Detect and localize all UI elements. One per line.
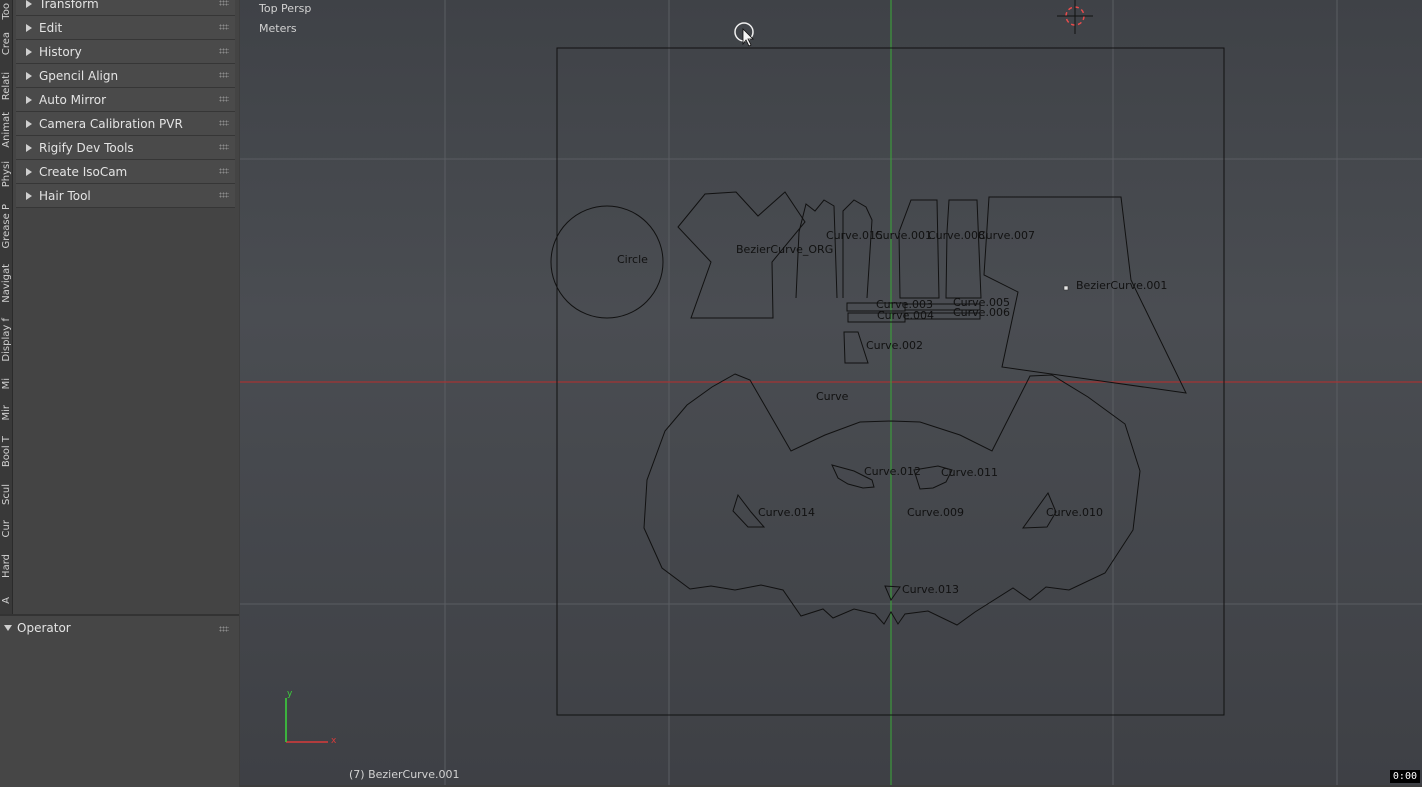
label-curve-002: Curve.002 (866, 339, 923, 352)
label-circle: Circle (617, 253, 648, 266)
panel-hair-tool[interactable]: Hair Tool (16, 184, 235, 208)
collapse-arrow-icon (26, 0, 32, 8)
panel-gpencil-align[interactable]: Gpencil Align (16, 64, 235, 88)
drag-grip-icon[interactable] (219, 626, 229, 632)
drag-grip-icon[interactable] (219, 48, 229, 54)
origin-point (1063, 285, 1069, 291)
panel-history[interactable]: History (16, 40, 235, 64)
tab-a[interactable]: A (0, 588, 12, 612)
panel-edit[interactable]: Edit (16, 16, 235, 40)
drag-grip-icon[interactable] (219, 120, 229, 126)
drag-grip-icon[interactable] (219, 24, 229, 30)
label-curve-011: Curve.011 (941, 466, 998, 479)
tab-hard-ops[interactable]: Hard (0, 546, 12, 586)
gizmo-y-label: y (287, 689, 293, 699)
label-curve-007: Curve.007 (978, 229, 1035, 242)
label-curve-004: Curve.004 (877, 309, 934, 322)
operator-header[interactable]: Operator (4, 621, 71, 635)
tab-animation[interactable]: Animat (0, 108, 12, 152)
label-curve: Curve (816, 390, 849, 403)
panel-rigify-dev-tools[interactable]: Rigify Dev Tools (16, 136, 235, 160)
label-curve-006: Curve.006 (953, 306, 1010, 319)
label-bezier-001: BezierCurve.001 (1076, 279, 1167, 292)
tab-mi[interactable]: Mi (0, 372, 12, 396)
axis-gizmo: x y (285, 689, 337, 746)
tab-curve[interactable]: Cur (0, 514, 12, 544)
tool-tab-strip: Too Crea Relati Animat Physi Grease P Na… (0, 0, 13, 614)
collapse-arrow-icon (26, 143, 32, 152)
panel-auto-mirror[interactable]: Auto Mirror (16, 88, 235, 112)
panel-create-isocam[interactable]: Create IsoCam (16, 160, 235, 184)
drag-grip-icon[interactable] (219, 192, 229, 198)
status-object-name: (7) BezierCurve.001 (349, 768, 460, 781)
viewport-canvas[interactable]: Circle BezierCurve_ORG Curve.015 Curve.0… (240, 0, 1422, 785)
collapse-arrow-icon (26, 119, 32, 128)
drag-grip-icon[interactable] (219, 96, 229, 102)
tab-bool-tool[interactable]: Bool T (0, 430, 12, 474)
tab-physics[interactable]: Physi (0, 154, 12, 194)
tab-grease-pencil[interactable]: Grease P (0, 196, 12, 256)
operator-panel: Operator (0, 614, 239, 787)
3d-cursor-icon[interactable] (1057, 0, 1093, 34)
drag-grip-icon[interactable] (219, 144, 229, 150)
collapse-arrow-icon (26, 47, 32, 56)
tab-tools[interactable]: Too (0, 0, 12, 22)
label-curve-001: Curve.001 (875, 229, 932, 242)
label-bezier-org: BezierCurve_ORG (736, 243, 833, 256)
label-curve-008: Curve.008 (928, 229, 985, 242)
drag-grip-icon[interactable] (219, 168, 229, 174)
tab-sculpt[interactable]: Scul (0, 476, 12, 512)
collapse-arrow-icon (26, 167, 32, 176)
timer-badge: 0:00 (1389, 770, 1420, 783)
tool-shelf: Transform Edit History Gpencil Align Aut… (13, 0, 239, 614)
mouse-pointer-icon (734, 22, 754, 47)
tab-navigation[interactable]: Navigat (0, 258, 12, 308)
curve-object[interactable] (643, 373, 1141, 626)
expand-arrow-icon (4, 625, 12, 631)
collapse-arrow-icon (26, 191, 32, 200)
tab-display[interactable]: Display f (0, 310, 12, 370)
tab-mirror[interactable]: Mir (0, 398, 12, 428)
panel-transform[interactable]: Transform (16, 0, 235, 16)
curve-008-object[interactable] (945, 199, 982, 299)
label-curve-010: Curve.010 (1046, 506, 1103, 519)
collapse-arrow-icon (26, 95, 32, 104)
panel-camera-calibration[interactable]: Camera Calibration PVR (16, 112, 235, 136)
curve-001-object[interactable] (898, 199, 940, 299)
collapse-arrow-icon (26, 71, 32, 80)
label-curve-012: Curve.012 (864, 465, 921, 478)
curve-002-object[interactable] (843, 331, 869, 364)
curve-013-object[interactable] (884, 585, 901, 602)
label-curve-009: Curve.009 (907, 506, 964, 519)
drag-grip-icon[interactable] (219, 0, 229, 6)
gizmo-x-label: x (331, 736, 337, 746)
collapse-arrow-icon (26, 23, 32, 32)
drag-grip-icon[interactable] (219, 72, 229, 78)
3d-viewport[interactable]: Top Persp Meters Circle BezierCurve_ORG … (240, 0, 1422, 785)
tab-create[interactable]: Crea (0, 24, 12, 64)
label-curve-014: Curve.014 (758, 506, 815, 519)
bezier-001-object[interactable] (983, 196, 1187, 394)
tab-relations[interactable]: Relati (0, 66, 12, 106)
label-curve-013: Curve.013 (902, 583, 959, 596)
